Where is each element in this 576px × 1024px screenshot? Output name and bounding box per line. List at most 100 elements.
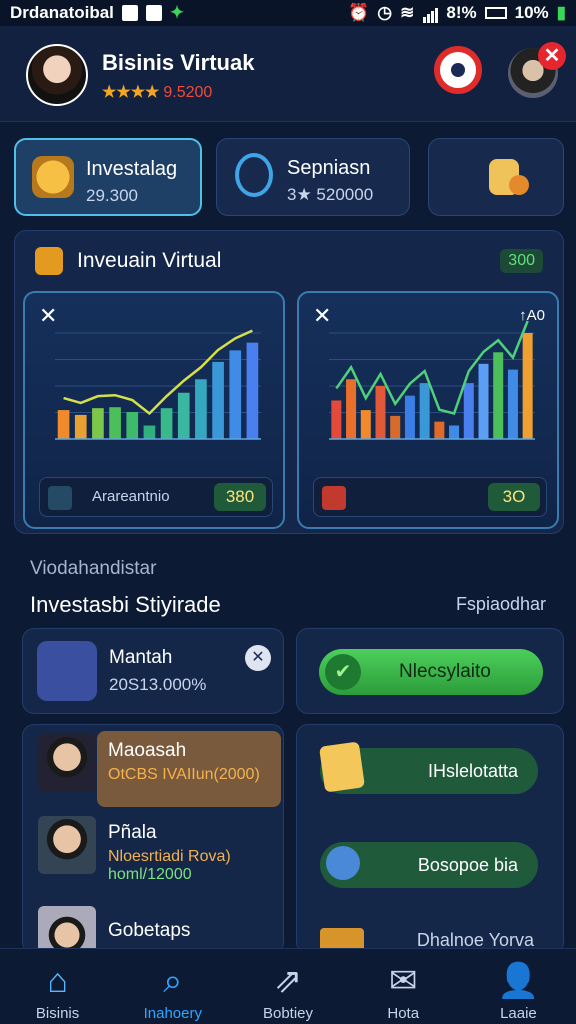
- chart-bar: [346, 379, 357, 439]
- chart-bar: [57, 410, 70, 439]
- pill-label: Bosopoe bia: [417, 855, 518, 875]
- signal-icon: [422, 3, 439, 23]
- home-icon: ⌂: [47, 962, 68, 1000]
- action-pill[interactable]: Bosopoe bia: [320, 842, 538, 888]
- pill-label: IHslelotatta: [427, 761, 518, 781]
- rating: ★★★★ 9.5200: [102, 82, 212, 102]
- pill-label: Dhalnoe Yorva: [416, 930, 534, 948]
- section-caption: Viodahandistar: [30, 558, 157, 579]
- person-sub2: homl/12000: [108, 866, 192, 883]
- leaf-icon: [48, 486, 72, 510]
- cta-label: Nlecsylaito: [399, 661, 491, 682]
- rating-value: 9.5200: [163, 84, 213, 101]
- section-title: Investasbi Stiyirade: [30, 592, 221, 617]
- card-investalag[interactable]: Investalag 29.300: [14, 138, 202, 216]
- virtual-panel: Inveuain Virtual 300 ✕ Arareantnio 380 ✕…: [14, 230, 564, 534]
- chart-bar: [493, 352, 504, 439]
- person-avatar: [38, 734, 96, 792]
- chart-bar: [92, 408, 104, 439]
- list-item[interactable]: Gobetaps: [38, 906, 280, 948]
- footer-value[interactable]: 3O: [488, 483, 540, 511]
- list-item[interactable]: Pñala Nloesrtiadi Rova) homl/12000: [38, 816, 280, 883]
- person-sub: OtCBS IVAIIun(2000): [108, 766, 260, 783]
- footer-text: Arareantnio: [92, 488, 170, 505]
- chart-bar: [74, 414, 87, 439]
- person-avatar: [38, 816, 96, 874]
- mail-icon: ✉: [388, 962, 418, 1000]
- nav-search[interactable]: ⌕ Inahoery: [115, 949, 230, 1024]
- person-name: Pñala: [108, 822, 157, 843]
- chart-right[interactable]: ✕ ↑A0 3O: [297, 291, 559, 529]
- app-title: Bisinis Virtuak: [102, 50, 255, 75]
- mantah-value: 20S13.000%: [109, 675, 207, 694]
- chart-bar: [331, 400, 342, 439]
- chart-bar: [177, 392, 190, 439]
- building-icon: [37, 641, 97, 701]
- globe-icon: [235, 153, 273, 197]
- app-icon: [145, 5, 162, 21]
- card-sepniasn[interactable]: Sepniasn 3★ 520000: [216, 138, 410, 216]
- card-value: 29.300: [86, 186, 138, 205]
- nav-label: Inahoery: [143, 1005, 202, 1022]
- clock-icon: ◷: [377, 3, 393, 22]
- chat-icon[interactable]: [434, 46, 482, 94]
- person-name: Maoasah: [108, 740, 187, 761]
- user-avatar[interactable]: [26, 44, 88, 106]
- plus-icon: ✦: [169, 3, 185, 22]
- chart-bar: [375, 386, 386, 439]
- cta-card: ✔ Nlecsylaito: [296, 628, 564, 714]
- nav-label: Bobtiey: [262, 1005, 314, 1022]
- chart-right-footer: 3O: [313, 477, 547, 517]
- action-pill-partial[interactable]: Dhalnoe Yorva: [320, 926, 538, 948]
- chart-bar: [463, 383, 474, 439]
- badge-icon: [35, 247, 63, 275]
- stars-icon: ★★★★: [102, 84, 160, 101]
- coin-icon: [509, 175, 529, 195]
- nav-profile[interactable]: 👤 Laaie: [461, 949, 576, 1024]
- section-link[interactable]: Fspiaodhar: [456, 594, 546, 615]
- report-icon: [318, 741, 366, 793]
- chart-bar: [195, 379, 207, 439]
- card-title: Sepniasn: [287, 157, 371, 179]
- chart-bar: [390, 415, 401, 439]
- trend-icon: ⇗: [273, 962, 303, 1000]
- battery-icon: [484, 7, 507, 19]
- card-documents[interactable]: [428, 138, 564, 216]
- chart-bar: [229, 350, 242, 439]
- chart-bar: [434, 421, 445, 439]
- battery-label: 10%: [514, 3, 549, 22]
- wifi-icon: ≋: [400, 3, 415, 22]
- nav-home[interactable]: ⌂ Bisinis: [0, 949, 115, 1024]
- chart-left[interactable]: ✕ Arareantnio 380: [23, 291, 285, 529]
- person-name: Gobetaps: [108, 920, 191, 941]
- alarm-icon: ⏰: [348, 3, 370, 22]
- mantah-card[interactable]: Mantah 20S13.000% ✕: [22, 628, 284, 714]
- card-title: Investalag: [86, 158, 178, 180]
- cta-button[interactable]: ✔ Nlecsylaito: [319, 649, 543, 695]
- list-item[interactable]: Maoasah OtCBS IVAIIun(2000): [38, 734, 280, 796]
- chart-bar: [246, 342, 259, 439]
- chart-bar: [522, 333, 533, 439]
- nav-trend[interactable]: ⇗ Bobtiey: [230, 949, 345, 1024]
- chart-bar: [212, 361, 224, 439]
- action-pill[interactable]: IHslelotatta: [318, 741, 538, 794]
- nav-label: Laaie: [500, 1005, 537, 1022]
- nav-mail[interactable]: ✉ Hota: [346, 949, 461, 1024]
- flag-icon: [322, 486, 346, 510]
- trend-line: [63, 329, 253, 416]
- chart-bar: [109, 407, 121, 439]
- close-icon[interactable]: ✕: [245, 645, 271, 671]
- chart-bar: [404, 395, 415, 439]
- status-bar: Drdanatoibal ✦ ⏰ ◷ ≋ 8!% 10% ▮: [0, 0, 576, 26]
- tool-icon: [326, 846, 360, 880]
- close-icon[interactable]: ✕: [538, 42, 566, 70]
- header: Bisinis Virtuak ★★★★ 9.5200 ✕: [0, 26, 576, 122]
- mantah-name: Mantah: [109, 647, 173, 668]
- notification-icon: [121, 5, 138, 21]
- bottom-nav: ⌂ Bisinis ⌕ Inahoery ⇗ Bobtiey ✉ Hota 👤 …: [0, 948, 576, 1024]
- chart-bar: [507, 369, 518, 439]
- chart-bar: [449, 425, 460, 439]
- nav-label: Bisinis: [35, 1005, 80, 1022]
- panel-title: Inveuain Virtual: [77, 249, 222, 272]
- footer-value[interactable]: 380: [214, 483, 266, 511]
